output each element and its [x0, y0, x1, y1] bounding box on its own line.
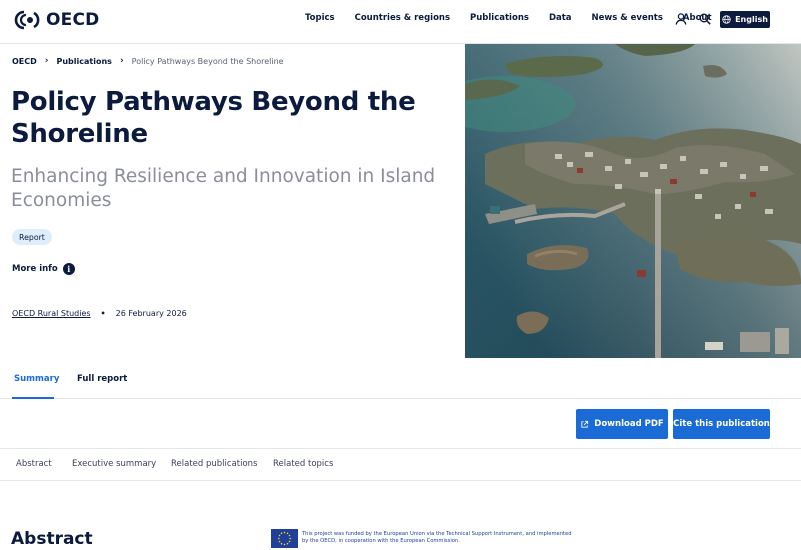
series-link[interactable]: OECD Rural Studies: [12, 309, 91, 318]
more-info-label: More info: [12, 264, 58, 274]
download-pdf-button[interactable]: Download PDF: [576, 409, 668, 439]
eu-funding-notice: This project was funded by the European …: [302, 531, 572, 544]
publication-meta: OECD Rural Studies • 26 February 2026: [12, 309, 187, 318]
active-tab-indicator: [12, 397, 54, 399]
subnav-abstract[interactable]: Abstract: [16, 459, 52, 469]
breadcrumb: OECD › Publications › Policy Pathways Be…: [12, 56, 284, 66]
oecd-logo-mark-icon: [14, 10, 40, 30]
oecd-logo[interactable]: OECD: [12, 8, 99, 32]
publication-date: 26 February 2026: [115, 309, 187, 318]
breadcrumb-chevron-icon: ›: [44, 56, 49, 66]
tab-summary[interactable]: Summary: [14, 374, 59, 384]
meta-separator: •: [100, 309, 106, 318]
breadcrumb-current: Policy Pathways Beyond the Shoreline: [131, 56, 284, 66]
nav-news-events[interactable]: News & events: [592, 13, 663, 23]
info-icon: i: [62, 263, 75, 275]
language-label: English: [735, 15, 768, 24]
tab-full-report[interactable]: Full report: [77, 374, 127, 384]
abstract-heading: Abstract: [11, 529, 93, 549]
breadcrumb-chevron-icon: ›: [119, 56, 124, 66]
search-icon[interactable]: [698, 12, 712, 26]
cite-publication-button[interactable]: Cite this publication: [673, 409, 770, 439]
breadcrumb-oecd[interactable]: OECD: [12, 57, 37, 66]
cite-publication-label: Cite this publication: [673, 419, 770, 429]
logo-text: OECD: [46, 10, 100, 30]
site-header: OECD Topics Countries & regions Publicat…: [0, 0, 801, 44]
language-button[interactable]: English: [720, 11, 770, 28]
breadcrumb-publications[interactable]: Publications: [57, 57, 112, 66]
more-info-button[interactable]: More info i: [12, 263, 75, 275]
subnav-related-topics[interactable]: Related topics: [273, 459, 333, 469]
globe-icon: [722, 15, 731, 24]
hero-aerial-island-image: [465, 44, 801, 358]
page-subtitle: Enhancing Resilience and Innovation in I…: [11, 166, 436, 211]
nav-topics[interactable]: Topics: [305, 13, 335, 23]
subnav-related-publications[interactable]: Related publications: [171, 459, 257, 469]
nav-data[interactable]: Data: [549, 13, 572, 23]
download-pdf-label: Download PDF: [594, 419, 664, 429]
subnav-executive-summary[interactable]: Executive summary: [72, 459, 156, 469]
report-type-badge: Report: [12, 229, 52, 245]
eu-flag-icon: [271, 529, 298, 548]
main-nav: Topics Countries & regions Publications …: [305, 13, 732, 23]
nav-publications[interactable]: Publications: [470, 13, 529, 23]
nav-countries-regions[interactable]: Countries & regions: [355, 13, 450, 23]
section-subnav: Abstract Executive summary Related publi…: [0, 449, 801, 481]
external-link-icon: [581, 420, 589, 428]
user-icon[interactable]: [674, 12, 688, 26]
page-title: Policy Pathways Beyond the Shoreline: [11, 87, 416, 149]
content-tabs: Summary Full report: [0, 364, 801, 399]
